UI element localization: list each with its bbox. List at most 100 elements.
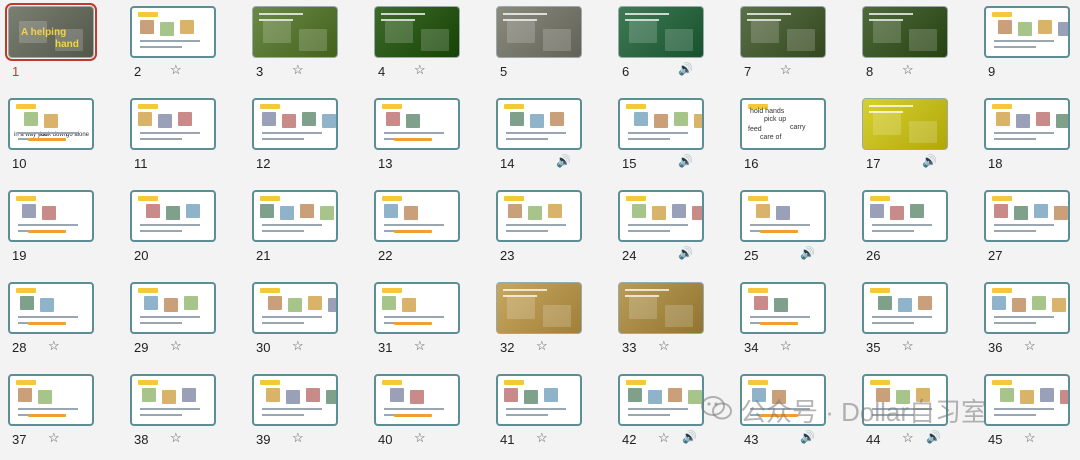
slide-thumbnail[interactable]	[130, 374, 216, 426]
favorite-star-icon[interactable]: ☆	[1024, 338, 1036, 354]
slide-thumbnail-item[interactable]: 31 ☆	[366, 278, 488, 368]
slide-thumbnail[interactable]	[496, 6, 582, 58]
slide-thumbnail[interactable]	[496, 98, 582, 150]
slide-thumbnail-item[interactable]: 8 ☆	[854, 2, 976, 92]
slide-thumbnail[interactable]	[252, 6, 338, 58]
slide-thumbnail[interactable]	[252, 374, 338, 426]
slide-thumbnail[interactable]	[984, 98, 1070, 150]
slide-thumbnail-item[interactable]: 30 ☆	[244, 278, 366, 368]
slide-thumbnail-item[interactable]: 17 🔊	[854, 94, 976, 184]
favorite-star-icon[interactable]: ☆	[292, 338, 304, 354]
slide-thumbnail-item[interactable]: 21	[244, 186, 366, 276]
slide-thumbnail[interactable]	[862, 6, 948, 58]
favorite-star-icon[interactable]: ☆	[780, 62, 792, 78]
slide-thumbnail[interactable]: hold hands pick up feed carry care of	[740, 98, 826, 150]
favorite-star-icon[interactable]: ☆	[1024, 430, 1036, 446]
slide-thumbnail[interactable]	[130, 190, 216, 242]
slide-thumbnail[interactable]	[130, 6, 216, 58]
speaker-icon[interactable]: 🔊	[922, 154, 937, 168]
speaker-icon[interactable]: 🔊	[926, 430, 941, 444]
favorite-star-icon[interactable]: ☆	[48, 338, 60, 354]
slide-thumbnail-item[interactable]: 4 ☆	[366, 2, 488, 92]
slide-thumbnail[interactable]	[374, 98, 460, 150]
slide-thumbnail[interactable]	[740, 6, 826, 58]
slide-thumbnail[interactable]	[8, 282, 94, 334]
slide-thumbnail-item[interactable]: 41 ☆	[488, 370, 610, 460]
slide-thumbnail[interactable]	[496, 374, 582, 426]
slide-thumbnail[interactable]	[374, 190, 460, 242]
slide-thumbnail-item[interactable]: 9	[976, 2, 1080, 92]
slide-thumbnail[interactable]	[496, 190, 582, 242]
favorite-star-icon[interactable]: ☆	[902, 338, 914, 354]
favorite-star-icon[interactable]: ☆	[292, 430, 304, 446]
slide-thumbnail-item[interactable]: 25 🔊	[732, 186, 854, 276]
slide-thumbnail-item[interactable]: 40 ☆	[366, 370, 488, 460]
slide-thumbnail[interactable]	[374, 374, 460, 426]
slide-thumbnail-item[interactable]: 5	[488, 2, 610, 92]
favorite-star-icon[interactable]: ☆	[658, 338, 670, 354]
slide-thumbnail[interactable]	[618, 190, 704, 242]
slide-thumbnail[interactable]	[618, 374, 704, 426]
slide-thumbnail-item[interactable]: 18	[976, 94, 1080, 184]
slide-thumbnail-item[interactable]: 3 ☆	[244, 2, 366, 92]
slide-thumbnail-item[interactable]: 32 ☆	[488, 278, 610, 368]
slide-thumbnail[interactable]	[740, 190, 826, 242]
favorite-star-icon[interactable]: ☆	[536, 338, 548, 354]
slide-thumbnail[interactable]	[984, 374, 1070, 426]
favorite-star-icon[interactable]: ☆	[536, 430, 548, 446]
slide-thumbnail-item[interactable]: 22	[366, 186, 488, 276]
favorite-star-icon[interactable]: ☆	[658, 430, 670, 446]
slide-thumbnail-item[interactable]: 29 ☆	[122, 278, 244, 368]
slide-thumbnail[interactable]	[252, 98, 338, 150]
favorite-star-icon[interactable]: ☆	[414, 338, 426, 354]
slide-thumbnail[interactable]	[252, 190, 338, 242]
speaker-icon[interactable]: 🔊	[800, 246, 815, 260]
favorite-star-icon[interactable]: ☆	[902, 62, 914, 78]
slide-thumbnail[interactable]	[130, 282, 216, 334]
slide-thumbnail-item[interactable]: 37 ☆	[0, 370, 122, 460]
slide-thumbnail-item[interactable]: 13	[366, 94, 488, 184]
slide-thumbnail-item[interactable]: 7 ☆	[732, 2, 854, 92]
slide-thumbnail-item[interactable]: in a way you look down go alone 10	[0, 94, 122, 184]
slide-thumbnail[interactable]	[618, 6, 704, 58]
slide-thumbnail[interactable]	[862, 190, 948, 242]
speaker-icon[interactable]: 🔊	[678, 154, 693, 168]
slide-thumbnail-item[interactable]: 35 ☆	[854, 278, 976, 368]
slide-thumbnail[interactable]	[618, 98, 704, 150]
slide-thumbnail[interactable]: in a way you look down go alone	[8, 98, 94, 150]
slide-thumbnail-item[interactable]: 33 ☆	[610, 278, 732, 368]
slide-thumbnail-item[interactable]: 26	[854, 186, 976, 276]
favorite-star-icon[interactable]: ☆	[414, 62, 426, 78]
slide-thumbnail-item[interactable]: 24 🔊	[610, 186, 732, 276]
slide-thumbnail-item[interactable]: 34 ☆	[732, 278, 854, 368]
favorite-star-icon[interactable]: ☆	[414, 430, 426, 446]
favorite-star-icon[interactable]: ☆	[780, 338, 792, 354]
slide-thumbnail-item[interactable]: 14 🔊	[488, 94, 610, 184]
slide-thumbnail[interactable]	[740, 282, 826, 334]
slide-thumbnail-item[interactable]: 6 🔊	[610, 2, 732, 92]
favorite-star-icon[interactable]: ☆	[902, 430, 914, 446]
slide-thumbnail[interactable]	[374, 6, 460, 58]
favorite-star-icon[interactable]: ☆	[170, 62, 182, 78]
slide-thumbnail-item[interactable]: 15 🔊	[610, 94, 732, 184]
slide-thumbnail[interactable]	[252, 282, 338, 334]
slide-thumbnail-item[interactable]: 2 ☆	[122, 2, 244, 92]
speaker-icon[interactable]: 🔊	[556, 154, 571, 168]
slide-thumbnail[interactable]	[8, 374, 94, 426]
slide-thumbnail-item[interactable]: 20	[122, 186, 244, 276]
slide-thumbnail[interactable]	[862, 282, 948, 334]
slide-thumbnail-item[interactable]: A helping hand 1	[0, 2, 122, 92]
speaker-icon[interactable]: 🔊	[678, 246, 693, 260]
slide-thumbnail-item[interactable]: 11	[122, 94, 244, 184]
slide-thumbnail-item[interactable]: 19	[0, 186, 122, 276]
slide-thumbnail-item[interactable]: 39 ☆	[244, 370, 366, 460]
speaker-icon[interactable]: 🔊	[800, 430, 815, 444]
slide-thumbnail[interactable]	[130, 98, 216, 150]
slide-thumbnail[interactable]	[984, 190, 1070, 242]
slide-thumbnail-item[interactable]: 38 ☆	[122, 370, 244, 460]
slide-thumbnail[interactable]	[862, 98, 948, 150]
slide-thumbnail[interactable]	[374, 282, 460, 334]
slide-thumbnail[interactable]	[496, 282, 582, 334]
favorite-star-icon[interactable]: ☆	[170, 430, 182, 446]
speaker-icon[interactable]: 🔊	[678, 62, 693, 76]
